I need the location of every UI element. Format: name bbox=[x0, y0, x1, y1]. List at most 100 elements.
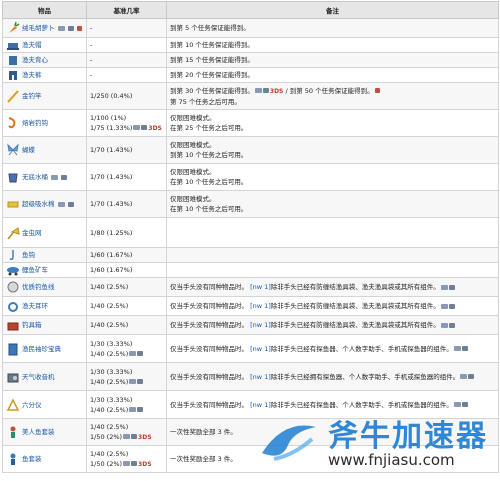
item-name[interactable]: 天气收音机 bbox=[22, 372, 55, 382]
note-text: 仅限困难模式。 bbox=[170, 195, 216, 203]
item-name[interactable]: 无底水桶 bbox=[22, 172, 48, 182]
drops-table: 物品 基准几率 备注 绒毛胡萝卜 - 到第 5 个任务保证能得到。 渔夫帽 - … bbox=[2, 1, 499, 473]
table-row: 蝴蝶 1/70 (1.43%) 仅限困难模式。到第 10 个任务之后可用。 bbox=[2, 136, 499, 164]
item-name[interactable]: 优质钓鱼线 bbox=[22, 282, 55, 292]
item-name[interactable]: 鱼钩 bbox=[22, 250, 35, 260]
table-row: 金钓竿 1/250 (0.4%) 到第 30 个任务保证能得到。 3DS / 到第… bbox=[2, 82, 499, 110]
note-text: 仅限困难模式。 bbox=[170, 168, 216, 176]
footnote-ref[interactable]: [nw 1] bbox=[250, 345, 271, 353]
rate-value: 1/30 (3.33%) bbox=[90, 395, 133, 404]
item-name[interactable]: 美人鱼套装 bbox=[22, 427, 55, 437]
pocket-guide-icon bbox=[6, 342, 20, 356]
note-text: 仅限困难模式。 bbox=[170, 114, 216, 122]
table-row: 鲤鱼矿车 1/60 (1.67%) bbox=[2, 262, 499, 278]
item-name[interactable]: 金虫网 bbox=[22, 228, 42, 238]
item-name[interactable]: 绒毛胡萝卜 bbox=[22, 23, 55, 33]
sextant-icon bbox=[6, 397, 20, 412]
rate-value: 1/250 (0.4%) bbox=[86, 82, 167, 110]
vest-icon bbox=[6, 54, 20, 67]
watermark: 斧牛加速器 www.fnjiasu.com bbox=[254, 409, 494, 475]
note-text: 在第 10 个任务之后可用。 bbox=[170, 205, 248, 213]
fishing-line-icon bbox=[6, 280, 20, 294]
item-name[interactable]: 六分仪 bbox=[22, 400, 42, 410]
item-name[interactable]: 金钓竿 bbox=[22, 91, 42, 101]
rate-value: 1/100 (1%) bbox=[90, 113, 127, 122]
item-name[interactable]: 熔岩钓钩 bbox=[22, 118, 48, 128]
rate-value: 1/30 (3.33%) bbox=[90, 339, 133, 348]
note-text: 除非手头已经有防缠结渔具袋、渔夫渔具袋或其所有组件。 bbox=[270, 321, 440, 329]
rate-value: 1/50 (2%) bbox=[90, 459, 123, 468]
table-row: 渔夫耳环 1/40 (2.5%) 仅当手头没有同种物品时。 [nw 1]除非手头… bbox=[2, 296, 499, 316]
note-text: 除非手头已经有探鱼器、个人数字助手、手机或探鱼器的组件。 bbox=[270, 344, 453, 353]
item-name[interactable]: 渔民袖珍宝典 bbox=[22, 344, 61, 354]
note-text: 仅当手头没有同种物品时。 bbox=[170, 321, 248, 329]
table-row: 金虫网 1/80 (1.25%) bbox=[2, 217, 499, 248]
table-row: 超级吸水棉 1/70 (1.43%) 仅限困难模式。在第 10 个任务之后可用。 bbox=[2, 190, 499, 218]
note-text: 除非手头已经有探鱼器、个人数字助手、手机或探鱼器的组件。 bbox=[270, 400, 453, 409]
platform-3ds: 3DS bbox=[138, 433, 152, 441]
table-row: 钓具箱 1/40 (2.5%) 仅当手头没有同种物品时。 [nw 1]除非手头已… bbox=[2, 315, 499, 335]
radio-icon bbox=[6, 370, 20, 384]
table-row: 鱼钩 1/60 (1.67%) bbox=[2, 247, 499, 263]
watermark-logo-icon bbox=[262, 425, 316, 461]
rate-value: - bbox=[86, 67, 167, 83]
item-name[interactable]: 鲤鱼矿车 bbox=[22, 265, 48, 275]
footnote-ref[interactable]: [nw 1] bbox=[250, 373, 271, 381]
table-row: 天气收音机 1/30 (3.33%) 1/40 (2.5%) 仅当手头没有同种物品… bbox=[2, 362, 499, 391]
rate-value: - bbox=[86, 52, 167, 68]
rate-value: 1/70 (1.43%) bbox=[86, 190, 167, 218]
fish-hook-icon bbox=[6, 249, 20, 262]
table-row: 渔民袖珍宝典 1/30 (3.33%) 1/40 (2.5%) 仅当手头没有同种物… bbox=[2, 334, 499, 363]
note-text: 到第 10 个任务保证能得到。 bbox=[166, 37, 499, 53]
note-text: 仅当手头没有同种物品时。 bbox=[170, 400, 248, 409]
footnote-ref[interactable]: [nw 1] bbox=[250, 321, 271, 329]
watermark-brand: 斧牛加速器 bbox=[328, 419, 488, 454]
item-name[interactable]: 钓具箱 bbox=[22, 320, 42, 330]
note-text: 到第 30 个任务保证能得到。 bbox=[170, 86, 254, 95]
item-name[interactable]: 渔夫背心 bbox=[22, 55, 48, 65]
note-text: 到第 5 个任务保证能得到。 bbox=[166, 18, 499, 38]
minecart-icon bbox=[6, 264, 20, 277]
wings-icon bbox=[6, 143, 20, 157]
note-text: 除非手头已经拥有探鱼器、个人数字助手、手机或探鱼器的组件。 bbox=[270, 372, 460, 381]
sponge-icon bbox=[6, 197, 20, 211]
footnote-ref[interactable]: [nw 1] bbox=[250, 401, 271, 409]
note-text: 到第 20 个任务保证能得到。 bbox=[166, 67, 499, 83]
rate-value: 1/75 (1.33%) bbox=[90, 123, 133, 132]
item-name[interactable]: 超级吸水棉 bbox=[22, 199, 55, 209]
rate-value: 1/40 (2.5%) bbox=[90, 349, 129, 358]
table-row: 渔夫裤 - 到第 20 个任务保证能得到。 bbox=[2, 67, 499, 83]
pants-icon bbox=[6, 69, 20, 82]
rate-value: 1/70 (1.43%) bbox=[86, 163, 167, 191]
note-text: 除非手头已经有防缠结渔具袋、渔夫渔具袋或其所有组件。 bbox=[270, 302, 440, 310]
footnote-ref[interactable]: [nw 1] bbox=[250, 302, 271, 310]
item-name[interactable]: 渔夫帽 bbox=[22, 40, 42, 50]
item-name[interactable]: 渔夫耳环 bbox=[22, 301, 48, 311]
note-text: 仅当手头没有同种物品时。 bbox=[170, 283, 248, 291]
item-name[interactable]: 鱼套装 bbox=[22, 454, 42, 464]
rate-value: 1/50 (2%) bbox=[90, 432, 123, 441]
earring-icon bbox=[6, 299, 20, 313]
bug-net-icon bbox=[6, 226, 20, 240]
table-row: 熔岩钓钩 1/100 (1%) 1/75 (1.33%) 3DS 仅限困难模式。 在第… bbox=[2, 109, 499, 137]
rate-value: 1/60 (1.67%) bbox=[86, 247, 167, 263]
rate-value: 1/40 (2.5%) bbox=[86, 277, 167, 297]
platform-3ds: 3DS bbox=[269, 87, 284, 95]
rate-value: - bbox=[86, 37, 167, 53]
rate-value: 1/80 (1.25%) bbox=[86, 217, 167, 248]
table-row: 优质钓鱼线 1/40 (2.5%) 仅当手头没有同种物品时。 [nw 1]除非手… bbox=[2, 277, 499, 297]
hat-icon bbox=[6, 39, 20, 52]
platform-3ds: 3DS bbox=[148, 124, 162, 132]
table-row: 绒毛胡萝卜 - 到第 5 个任务保证能得到。 bbox=[2, 18, 499, 38]
item-name[interactable]: 渔夫裤 bbox=[22, 70, 42, 80]
item-name[interactable]: 蝴蝶 bbox=[22, 145, 35, 155]
rate-value: 1/40 (2.5%) bbox=[86, 315, 167, 335]
header-rate: 基准几率 bbox=[86, 1, 167, 19]
rate-value: 1/40 (2.5%) bbox=[90, 377, 129, 386]
note-text: 在第 10 个任务之后可用。 bbox=[170, 178, 248, 186]
note-text: 到第 10 个任务之后可用。 bbox=[170, 151, 248, 159]
rate-value: 1/70 (1.43%) bbox=[86, 136, 167, 164]
note-text: 仅限困难模式。 bbox=[170, 141, 216, 149]
footnote-ref[interactable]: [nw 1] bbox=[250, 283, 271, 291]
lava-hook-icon bbox=[6, 116, 20, 130]
